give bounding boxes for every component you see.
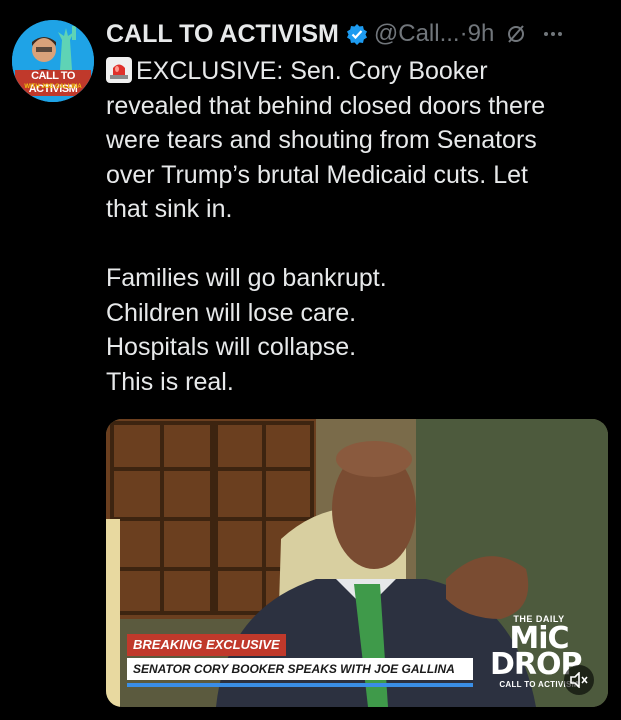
post-text-line-3: were tears and shouting from Senators — [106, 126, 537, 154]
avatar-title: CALL TO ACTIVISM — [15, 70, 91, 96]
caption-bar: SENATOR CORY BOOKER SPEAKS WITH JOE GALL… — [127, 658, 473, 680]
speaker-muted-icon — [570, 672, 588, 688]
video-player[interactable]: BREAKING EXCLUSIVE SENATOR CORY BOOKER S… — [106, 419, 608, 707]
separator-dot: · — [459, 20, 468, 47]
more-icon[interactable] — [542, 23, 564, 45]
post-header: CALL TO ACTIVISM @Call... · 9h — [106, 16, 606, 52]
post-text-line-9: Hospitals will collapse. — [106, 333, 357, 361]
grok-icon[interactable] — [506, 24, 526, 44]
post-text-line-8: Children will lose care. — [106, 298, 357, 327]
breaking-tag: BREAKING EXCLUSIVE — [127, 634, 286, 656]
police-light-emoji — [106, 57, 132, 83]
post-text-line-1: EXCLUSIVE: Sen. Cory Booker — [136, 57, 488, 85]
post-text-line-5: that sink in. — [106, 195, 233, 223]
avatar-subtitle: WITH JOE GALLINA — [24, 84, 82, 90]
post-text: EXCLUSIVE: Sen. Cory Booker revealed tha… — [106, 54, 606, 399]
user-handle[interactable]: @Call... — [374, 20, 460, 48]
mute-button[interactable] — [564, 665, 594, 695]
post-text-line: EXCLUSIVE: Sen. Cory Booker — [106, 54, 606, 89]
post-text-line-4: over Trump’s brutal Medicaid cuts. Let — [106, 160, 528, 189]
post-text-line-10: This is real. — [106, 367, 234, 396]
avatar[interactable]: CALL TO ACTIVISM WITH JOE GALLINA — [12, 20, 94, 102]
post-text-line-7: Families will go bankrupt. — [106, 264, 387, 292]
display-name[interactable]: CALL TO ACTIVISM — [106, 20, 339, 49]
post-text-spacer — [106, 227, 606, 262]
verified-badge-icon — [346, 24, 367, 45]
caption-rule — [127, 683, 473, 687]
post-time[interactable]: 9h — [468, 20, 495, 48]
post-text-line-2: revealed that behind closed doors there — [106, 91, 546, 120]
